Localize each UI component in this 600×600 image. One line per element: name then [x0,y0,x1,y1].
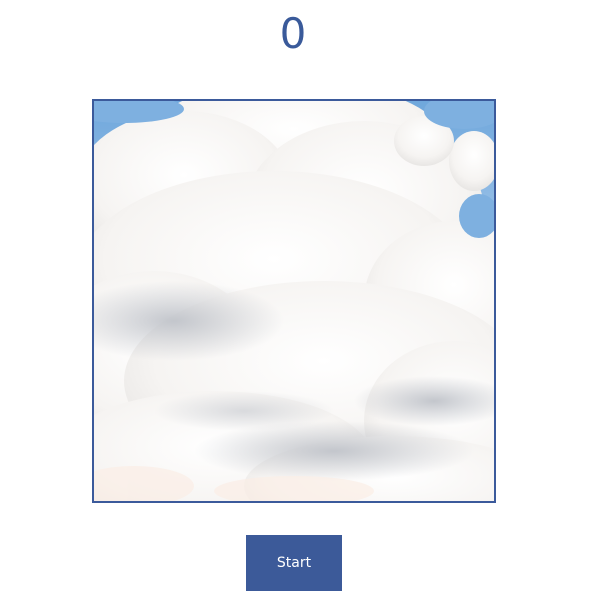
sky-cloud-background [94,101,494,501]
game-area[interactable] [92,99,496,503]
start-button[interactable]: Start [246,535,342,591]
score-display: 0 [279,9,307,58]
game-page: 0 Start [0,0,600,600]
